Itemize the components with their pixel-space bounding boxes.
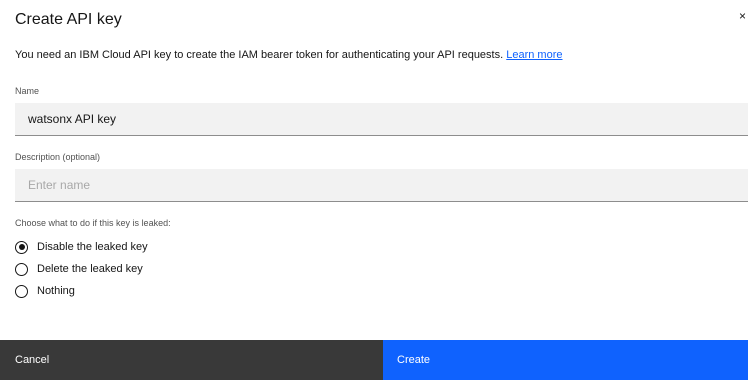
radio-option-nothing[interactable]: Nothing [15, 280, 148, 302]
radio-option-disable[interactable]: Disable the leaked key [15, 236, 148, 258]
radio-selected-dot [18, 244, 25, 250]
intro-description: You need an IBM Cloud API key to create … [15, 49, 504, 61]
name-label: Name [15, 86, 40, 96]
description-input[interactable] [15, 169, 748, 202]
radio-button-nothing[interactable] [15, 284, 28, 298]
description-label: Description (optional) [15, 152, 101, 162]
radio-option-delete[interactable]: Delete the leaked key [15, 258, 148, 280]
create-button[interactable]: Create [383, 340, 748, 380]
cancel-button[interactable]: Cancel [0, 340, 383, 380]
dialog-title: Create API key [15, 11, 122, 28]
radio-button-delete[interactable] [15, 262, 28, 276]
learn-more-link[interactable]: Learn more [506, 49, 562, 61]
leak-action-radio-group: Disable the leaked key Delete the leaked… [15, 236, 148, 302]
close-icon[interactable]: × [739, 10, 746, 22]
name-input[interactable] [15, 103, 748, 136]
radio-button-disable[interactable] [15, 240, 28, 254]
radio-label-disable: Disable the leaked key [37, 241, 148, 253]
leak-action-label: Choose what to do if this key is leaked: [15, 218, 171, 228]
create-api-key-dialog: Create API key × You need an IBM Cloud A… [0, 0, 748, 380]
dialog-footer: Cancel Create [0, 340, 748, 380]
intro-text: You need an IBM Cloud API key to create … [15, 49, 563, 61]
radio-label-delete: Delete the leaked key [37, 263, 143, 275]
radio-label-nothing: Nothing [37, 285, 75, 297]
